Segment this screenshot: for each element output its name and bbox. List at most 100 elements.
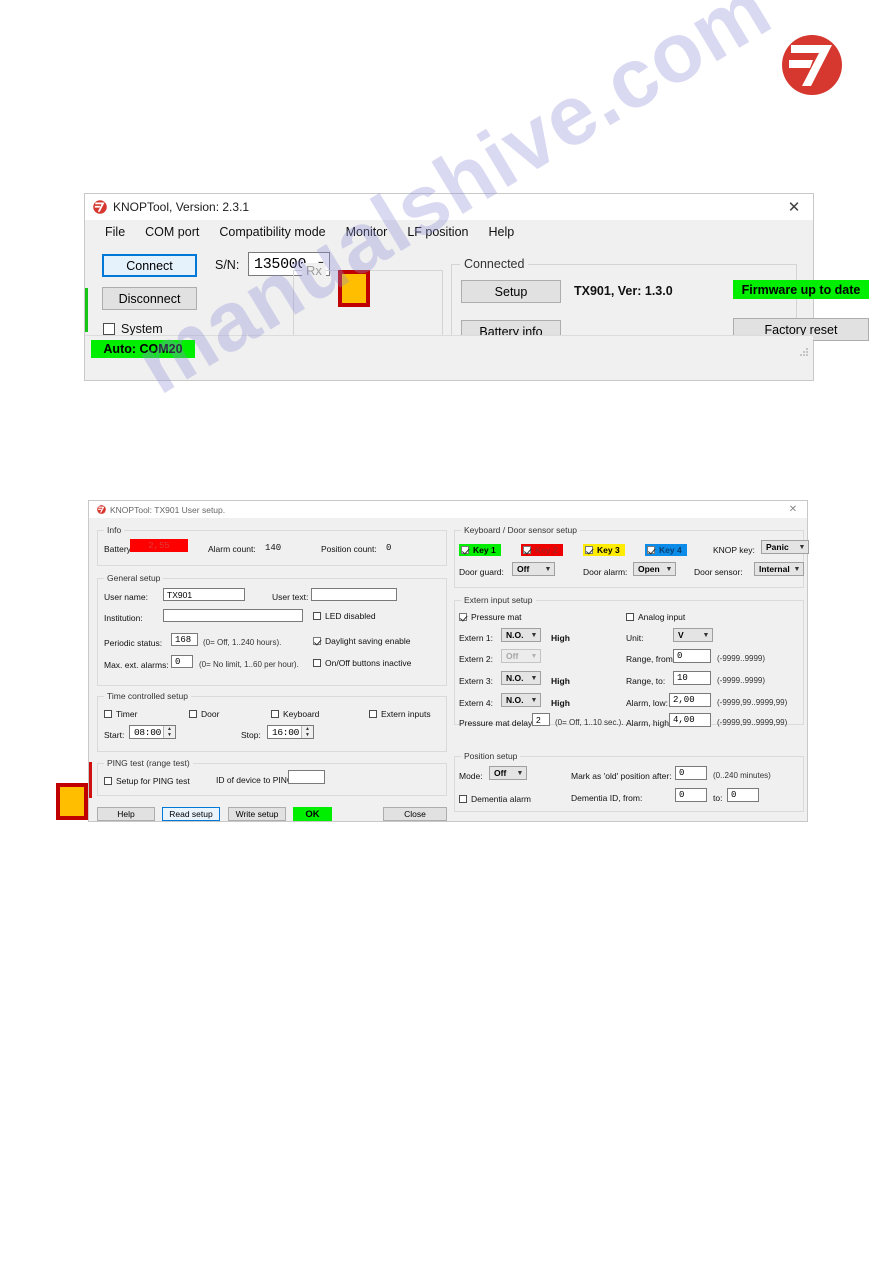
- timer-label: Timer: [116, 709, 138, 719]
- max-ext-alarms-hint: (0= No limit, 1..60 per hour).: [199, 660, 299, 669]
- extern-4-select[interactable]: N.O. ▼: [501, 693, 541, 707]
- mode-select[interactable]: Off ▼: [489, 766, 527, 780]
- keyboard-checkbox[interactable]: Keyboard: [271, 709, 319, 719]
- key-3-checkbox[interactable]: Key 3: [583, 544, 625, 556]
- ping-test-group-label: PING test (range test): [104, 758, 193, 768]
- help-button[interactable]: Help: [97, 807, 155, 821]
- system-checkbox[interactable]: System: [103, 322, 163, 336]
- dementia-alarm-label: Dementia alarm: [471, 794, 531, 804]
- close-button[interactable]: Close: [383, 807, 447, 821]
- system-label: System: [121, 322, 163, 336]
- door-alarm-select[interactable]: Open ▼: [633, 562, 676, 576]
- led-disabled-checkbox[interactable]: LED disabled: [313, 611, 376, 621]
- mode-label: Mode:: [459, 771, 483, 781]
- user-text-input[interactable]: [311, 588, 397, 601]
- dementia-alarm-checkbox[interactable]: Dementia alarm: [459, 794, 531, 804]
- write-setup-button[interactable]: Write setup: [228, 807, 286, 821]
- checkbox-box: [369, 710, 377, 718]
- knop-key-select[interactable]: Panic ▼: [761, 540, 809, 554]
- knop-key-label: KNOP key:: [713, 545, 755, 555]
- menu-compatibility-mode[interactable]: Compatibility mode: [209, 223, 335, 241]
- pressure-mat-delay-hint: (0= Off, 1..10 sec.).: [555, 718, 624, 727]
- key-4-checkbox[interactable]: Key 4: [645, 544, 687, 556]
- pressure-mat-checkbox[interactable]: Pressure mat: [459, 612, 522, 622]
- door-guard-select[interactable]: Off ▼: [512, 562, 555, 576]
- highlight-box-connect-area: [338, 270, 370, 307]
- ping-setup-label: Setup for PING test: [116, 776, 190, 786]
- key-2-checkbox[interactable]: Key 2: [521, 544, 563, 556]
- close-icon[interactable]: ✕: [779, 195, 809, 219]
- alarm-high-input[interactable]: 4,00: [669, 713, 711, 727]
- dementia-id-to-input[interactable]: 0: [727, 788, 759, 802]
- start-time-stepper[interactable]: 08:00 ▲ ▼: [129, 725, 176, 739]
- timer-checkbox[interactable]: Timer: [104, 709, 137, 719]
- menu-monitor[interactable]: Monitor: [336, 223, 398, 241]
- checkbox-box: [271, 710, 279, 718]
- general-setup-group-label: General setup: [104, 573, 164, 583]
- extern-inputs-label: Extern inputs: [381, 709, 431, 719]
- mark-old-position-input[interactable]: 0: [675, 766, 707, 780]
- range-to-input[interactable]: 10: [673, 671, 711, 685]
- door-sensor-value: Internal: [759, 564, 790, 574]
- extern-inputs-checkbox[interactable]: Extern inputs: [369, 709, 431, 719]
- dementia-id-from-input[interactable]: 0: [675, 788, 707, 802]
- main-window-body: Connect Disconnect System S/N: 135000 ▼ …: [85, 244, 869, 360]
- pressure-mat-delay-label: Pressure mat delay:: [459, 718, 535, 728]
- mode-value: Off: [494, 768, 507, 778]
- stepper-buttons[interactable]: ▲ ▼: [301, 726, 313, 738]
- door-checkbox[interactable]: Door: [189, 709, 219, 719]
- periodic-status-label: Periodic status:: [104, 638, 163, 648]
- alarm-low-input[interactable]: 2,00: [669, 693, 711, 707]
- close-icon[interactable]: ✕: [783, 502, 803, 518]
- checkbox-box: [103, 323, 115, 335]
- extern-3-select[interactable]: N.O. ▼: [501, 671, 541, 685]
- max-ext-alarms-input[interactable]: 0: [171, 655, 193, 668]
- key-1-checkbox[interactable]: Key 1: [459, 544, 501, 556]
- door-sensor-select[interactable]: Internal ▼: [754, 562, 804, 576]
- dementia-id-to-value: 0: [731, 790, 737, 800]
- com-status-badge: Auto: COM20: [91, 340, 195, 358]
- unit-select[interactable]: V ▼: [673, 628, 713, 642]
- ping-setup-checkbox[interactable]: Setup for PING test: [104, 776, 190, 786]
- extern-4-value: N.O.: [506, 695, 524, 705]
- max-ext-alarms-value: 0: [175, 656, 181, 667]
- menu-com-port[interactable]: COM port: [135, 223, 209, 241]
- range-from-input[interactable]: 0: [673, 649, 711, 663]
- extern-1-select[interactable]: N.O. ▼: [501, 628, 541, 642]
- ping-id-label: ID of device to PING:: [216, 775, 296, 785]
- read-setup-button[interactable]: Read setup: [162, 807, 220, 821]
- range-from-label: Range, from:: [626, 654, 676, 664]
- alarm-count-label: Alarm count:: [208, 544, 256, 554]
- institution-input[interactable]: [163, 609, 303, 622]
- stepper-buttons[interactable]: ▲ ▼: [163, 726, 175, 738]
- stop-time-stepper[interactable]: 16:00 ▲ ▼: [267, 725, 314, 739]
- door-sensor-label: Door sensor:: [694, 567, 743, 577]
- knop-logo-icon: [782, 35, 842, 95]
- disconnect-button[interactable]: Disconnect: [102, 287, 197, 310]
- position-count-label: Position count:: [321, 544, 377, 554]
- connect-button[interactable]: Connect: [102, 254, 197, 277]
- menu-help[interactable]: Help: [478, 223, 524, 241]
- position-setup-group-label: Position setup: [461, 751, 521, 761]
- start-time-value: 08:00: [134, 726, 162, 738]
- checkbox-box: [626, 613, 634, 621]
- chevron-down-icon: ▼: [702, 631, 710, 639]
- pressure-mat-delay-input[interactable]: 2: [532, 713, 550, 726]
- menu-lf-position[interactable]: LF position: [397, 223, 478, 241]
- periodic-status-input[interactable]: 168: [171, 633, 198, 646]
- ping-id-input[interactable]: [288, 770, 325, 784]
- analog-input-checkbox[interactable]: Analog input: [626, 612, 685, 622]
- onoff-buttons-checkbox[interactable]: On/Off buttons inactive: [313, 658, 411, 668]
- door-label: Door: [201, 709, 220, 719]
- menu-file[interactable]: File: [95, 223, 135, 241]
- range-to-value: 10: [677, 673, 688, 683]
- daylight-saving-checkbox[interactable]: Daylight saving enable: [313, 636, 411, 646]
- ok-button[interactable]: OK: [293, 807, 332, 821]
- setup-button[interactable]: Setup: [461, 280, 561, 303]
- chevron-down-icon: ▼: [530, 631, 538, 639]
- window-titlebar: KNOPTool, Version: 2.3.1 ✕: [85, 194, 813, 220]
- periodic-status-hint: (0= Off, 1..240 hours).: [203, 638, 282, 647]
- led-disabled-label: LED disabled: [325, 611, 376, 621]
- resize-grip-icon[interactable]: [799, 347, 809, 357]
- user-name-input[interactable]: TX901: [163, 588, 245, 601]
